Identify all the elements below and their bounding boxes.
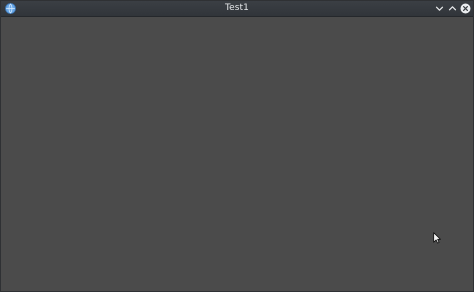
- minimize-button[interactable]: [434, 3, 445, 14]
- chevron-up-icon: [448, 6, 457, 11]
- close-button[interactable]: [460, 3, 471, 14]
- window-title: Test1: [225, 3, 249, 13]
- close-circle-icon: [460, 3, 471, 14]
- window-controls: [434, 2, 471, 15]
- maximize-button[interactable]: [447, 3, 458, 14]
- chevron-down-icon: [435, 6, 444, 11]
- app-window: Test1: [0, 0, 474, 292]
- mouse-pointer-icon: [433, 232, 441, 244]
- window-titlebar[interactable]: Test1: [1, 1, 473, 17]
- window-content-area[interactable]: [1, 17, 473, 291]
